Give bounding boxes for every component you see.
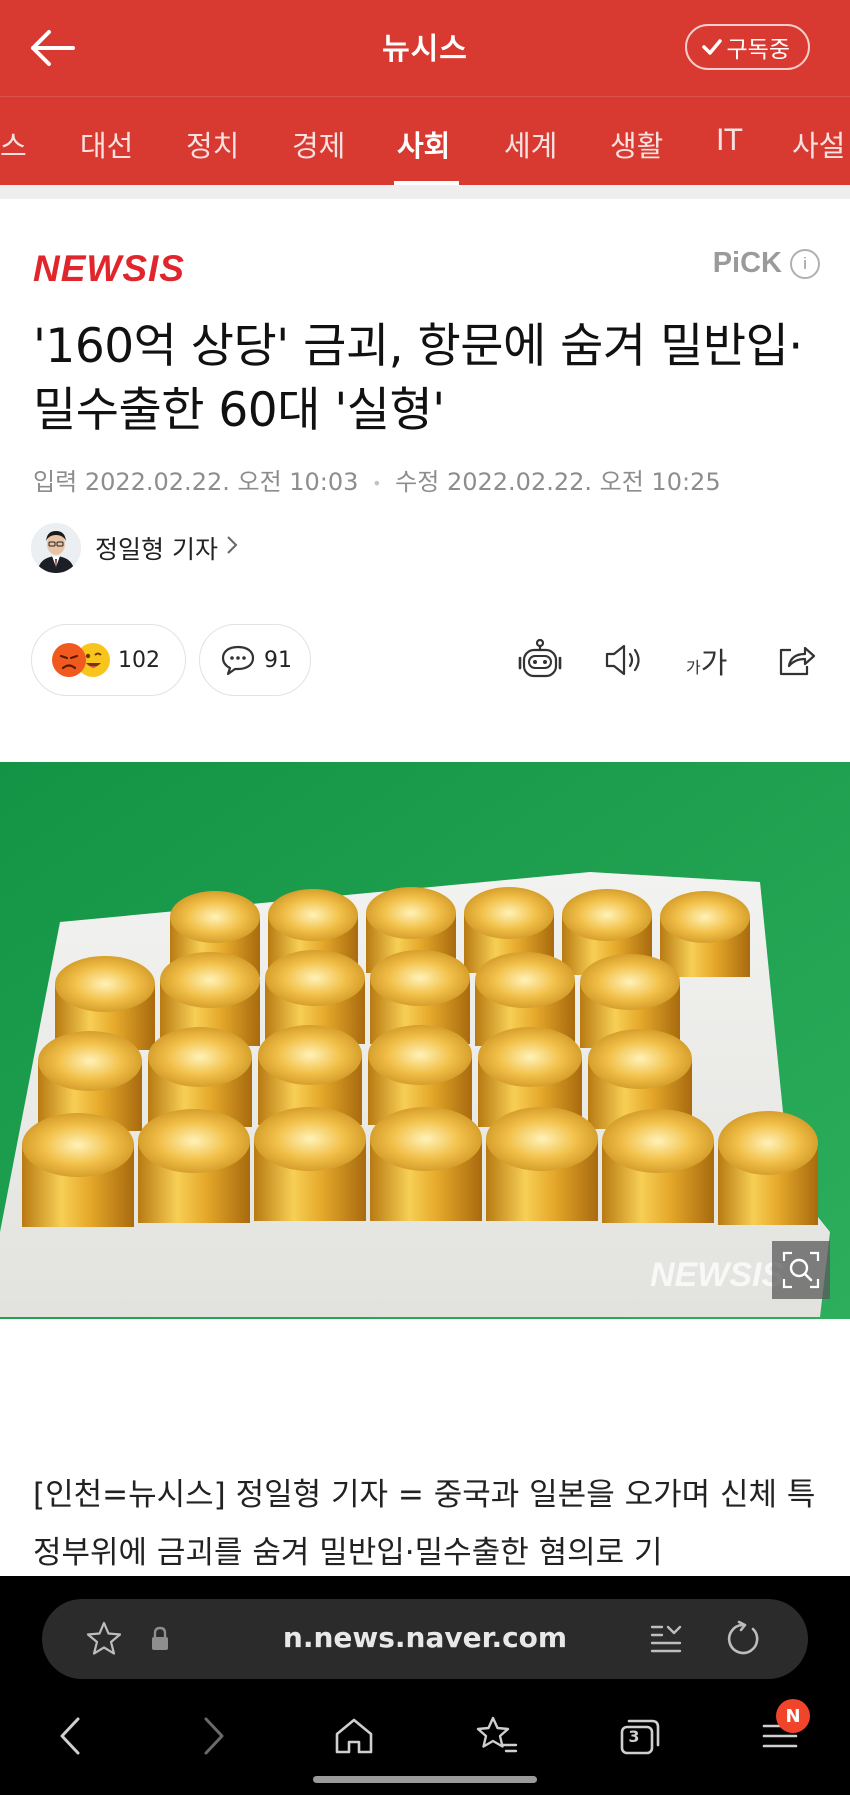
tab-election[interactable]: 대선 bbox=[80, 123, 133, 165]
read-aloud-button[interactable] bbox=[600, 636, 648, 684]
reactions-button[interactable]: 102 bbox=[31, 624, 186, 696]
tab-count: 3 bbox=[628, 1727, 640, 1746]
tab-it[interactable]: IT bbox=[716, 123, 742, 157]
modified-date: 2022.02.22. 오전 10:25 bbox=[446, 468, 721, 496]
address-bar[interactable]: n.news.naver.com bbox=[42, 1599, 808, 1679]
reporter-name: 정일형 기자 bbox=[95, 535, 218, 564]
article-headline: '160억 상당' 금괴, 항문에 숨겨 밀반입·밀수출한 60대 '실형' bbox=[33, 319, 803, 438]
tab-life[interactable]: 생활 bbox=[610, 123, 663, 165]
comments-button[interactable]: 91 bbox=[199, 624, 311, 696]
chevron-left-icon bbox=[60, 1717, 80, 1755]
subscribe-button[interactable]: 구독중 bbox=[684, 24, 810, 70]
home-icon bbox=[335, 1718, 373, 1754]
input-label: 입력 bbox=[33, 468, 78, 496]
speaker-icon bbox=[605, 644, 640, 676]
reader-mode-icon[interactable] bbox=[646, 1619, 686, 1659]
comments-count: 91 bbox=[264, 647, 292, 673]
notification-badge: N bbox=[776, 1699, 810, 1733]
bookmark-list-icon bbox=[476, 1716, 518, 1753]
chevron-right-icon bbox=[226, 535, 238, 561]
pick-badge[interactable]: PiCK i bbox=[713, 247, 820, 280]
share-icon bbox=[779, 646, 816, 676]
divider bbox=[0, 185, 850, 199]
reactions-count: 102 bbox=[118, 647, 160, 673]
home-indicator[interactable] bbox=[313, 1776, 537, 1783]
separator-dot: • bbox=[372, 473, 382, 493]
category-tabs: 스 대선 정치 경제 사회 세계 생활 IT 사설 bbox=[0, 96, 850, 185]
app-header: 뉴시스 구독중 bbox=[0, 0, 850, 96]
input-date: 2022.02.22. 오전 10:03 bbox=[84, 468, 359, 496]
tab-economy[interactable]: 경제 bbox=[292, 123, 345, 165]
browser-home-button[interactable] bbox=[326, 1708, 382, 1764]
article-body: [인천=뉴시스] 정일형 기자 = 중국과 일본을 오가며 신체 특정부위에 금… bbox=[33, 1477, 816, 1571]
reporter-avatar bbox=[31, 523, 81, 573]
refresh-icon[interactable] bbox=[722, 1619, 762, 1659]
browser-forward-button[interactable] bbox=[186, 1708, 242, 1764]
robot-icon bbox=[518, 638, 562, 678]
tab-politics[interactable]: 정치 bbox=[186, 123, 239, 165]
magnifier-icon bbox=[782, 1251, 820, 1289]
chevron-right-icon bbox=[204, 1717, 224, 1755]
tab-society[interactable]: 사회 bbox=[397, 123, 450, 165]
browser-tabs-button[interactable]: 3 bbox=[612, 1708, 668, 1764]
subscribe-label: 구독중 bbox=[726, 37, 790, 63]
photo-watermark: NEWSIS bbox=[650, 1256, 785, 1294]
tab-sports[interactable]: 스 bbox=[0, 123, 27, 165]
modified-label: 수정 bbox=[395, 468, 440, 496]
share-button[interactable] bbox=[772, 636, 820, 684]
browser-bookmarks-button[interactable] bbox=[468, 1708, 524, 1764]
font-size-button[interactable]: 가가 bbox=[686, 640, 727, 682]
press-logo[interactable]: NEWSIS bbox=[33, 248, 185, 290]
font-size-small: 가 bbox=[686, 658, 701, 677]
reporter-link[interactable]: 정일형 기자 bbox=[31, 523, 238, 573]
url-text[interactable]: n.news.naver.com bbox=[42, 1621, 808, 1654]
article-photo[interactable]: NEWSIS bbox=[0, 762, 850, 1319]
zoom-photo-button[interactable] bbox=[772, 1241, 830, 1299]
browser-toolbar: n.news.naver.com 3 N bbox=[0, 1576, 850, 1795]
tab-editorial[interactable]: 사설 bbox=[792, 123, 845, 165]
article-dates: 입력 2022.02.22. 오전 10:03 • 수정 2022.02.22.… bbox=[33, 462, 721, 497]
browser-back-button[interactable] bbox=[42, 1708, 98, 1764]
check-icon bbox=[701, 39, 722, 55]
tab-world[interactable]: 세계 bbox=[504, 123, 557, 165]
pick-label: PiCK bbox=[712, 247, 782, 279]
font-size-large: 가 bbox=[700, 646, 728, 680]
angry-emoji-icon bbox=[52, 643, 86, 677]
info-icon: i bbox=[790, 248, 820, 279]
summary-bot-button[interactable] bbox=[516, 636, 564, 684]
comment-icon bbox=[221, 645, 255, 676]
